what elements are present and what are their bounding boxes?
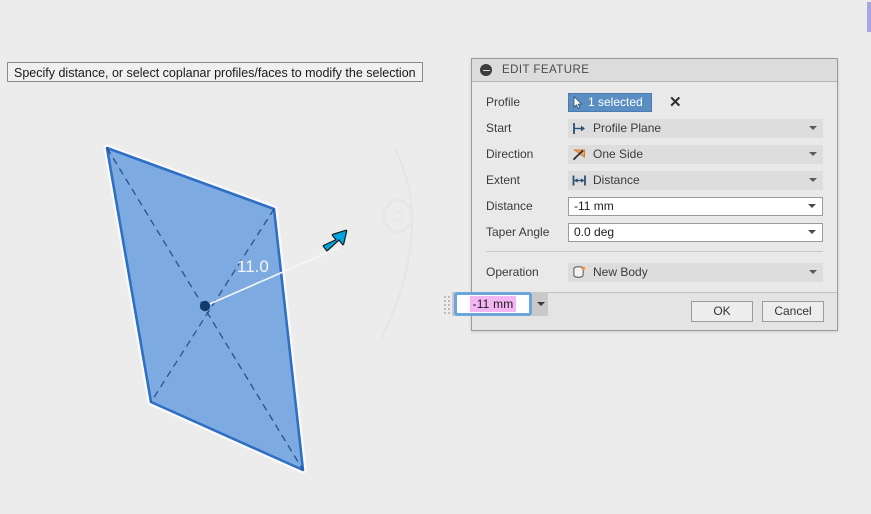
profile-control: 1 selected ✕ (568, 92, 823, 112)
panel-title: EDIT FEATURE (502, 64, 590, 76)
section-divider (486, 251, 823, 252)
row-start: Start Profile Plane (472, 115, 837, 141)
floating-input-box: -11 mm (452, 292, 548, 316)
direction-control: One Side (568, 144, 823, 164)
status-hint-tooltip: Specify distance, or select coplanar pro… (7, 62, 423, 82)
panel-body: Profile 1 selected ✕ Start Profile Plane… (472, 82, 837, 292)
extent-value: Distance (593, 173, 640, 187)
row-taper-angle: Taper Angle 0.0 deg (472, 219, 837, 245)
drag-grip-icon[interactable] (443, 293, 452, 315)
floating-value-field[interactable]: -11 mm (454, 292, 532, 316)
panel-header[interactable]: EDIT FEATURE (472, 59, 837, 82)
direction-value: One Side (593, 147, 644, 161)
start-value: Profile Plane (593, 121, 662, 135)
distance-control: -11 mm (568, 196, 823, 216)
taper-angle-value: 0.0 deg (574, 225, 615, 239)
sketch-center-point (199, 300, 211, 312)
extrude-arrow-handle (322, 229, 348, 252)
chevron-down-icon[interactable] (809, 270, 817, 274)
start-control: Profile Plane (568, 118, 823, 138)
taper-angle-input[interactable]: 0.0 deg (568, 222, 823, 242)
row-extent: Extent Distance (472, 167, 837, 193)
operation-control: New Body (568, 262, 823, 282)
chevron-down-icon[interactable] (809, 126, 817, 130)
floating-chevron-down-icon[interactable] (534, 292, 548, 316)
edit-feature-panel[interactable]: EDIT FEATURE Profile 1 selected ✕ Start (471, 58, 838, 331)
clear-x-icon[interactable]: ✕ (669, 93, 682, 112)
new-body-icon (573, 265, 587, 278)
operation-value: New Body (593, 265, 648, 279)
chevron-down-icon[interactable] (809, 152, 817, 156)
label-extent: Extent (486, 173, 521, 187)
collapse-minus-icon[interactable] (480, 64, 492, 76)
row-direction: Direction One Side (472, 141, 837, 167)
select-cursor-icon (573, 95, 583, 109)
label-direction: Direction (486, 147, 534, 161)
distance-value: -11 mm (574, 199, 614, 213)
start-dropdown[interactable]: Profile Plane (568, 118, 823, 138)
distance-arrows-icon (572, 175, 586, 185)
cancel-button[interactable]: Cancel (762, 301, 824, 322)
operation-dropdown[interactable]: New Body (568, 262, 823, 282)
distance-input[interactable]: -11 mm (568, 196, 823, 216)
dimension-value-label: 11.0 (237, 257, 269, 276)
profile-plane-icon (573, 122, 585, 134)
status-hint-text: Specify distance, or select coplanar pro… (14, 66, 416, 80)
ok-button[interactable]: OK (691, 301, 753, 322)
profile-selected-button[interactable]: 1 selected (568, 92, 652, 112)
viewport-scrollbar[interactable] (867, 2, 871, 32)
label-start: Start (486, 121, 512, 135)
taper-angle-control: 0.0 deg (568, 222, 823, 242)
label-distance: Distance (486, 199, 533, 213)
row-operation: Operation New Body (472, 258, 837, 286)
label-operation: Operation (486, 265, 539, 279)
label-profile: Profile (486, 95, 521, 109)
extent-control: Distance (568, 170, 823, 190)
one-side-arrow-icon (572, 149, 585, 160)
chevron-down-icon[interactable] (808, 204, 816, 208)
row-distance: Distance -11 mm (472, 193, 837, 219)
row-profile: Profile 1 selected ✕ (472, 89, 837, 115)
extent-dropdown[interactable]: Distance (568, 170, 823, 190)
label-taper-angle: Taper Angle (486, 225, 550, 239)
chevron-down-icon[interactable] (809, 178, 817, 182)
direction-dropdown[interactable]: One Side (568, 144, 823, 164)
floating-distance-input[interactable]: -11 mm (443, 292, 548, 316)
profile-selected-label: 1 selected (588, 95, 643, 109)
floating-value-text: -11 mm (469, 296, 517, 312)
chevron-down-icon[interactable] (808, 230, 816, 234)
background-sketch-geometry (381, 147, 414, 339)
